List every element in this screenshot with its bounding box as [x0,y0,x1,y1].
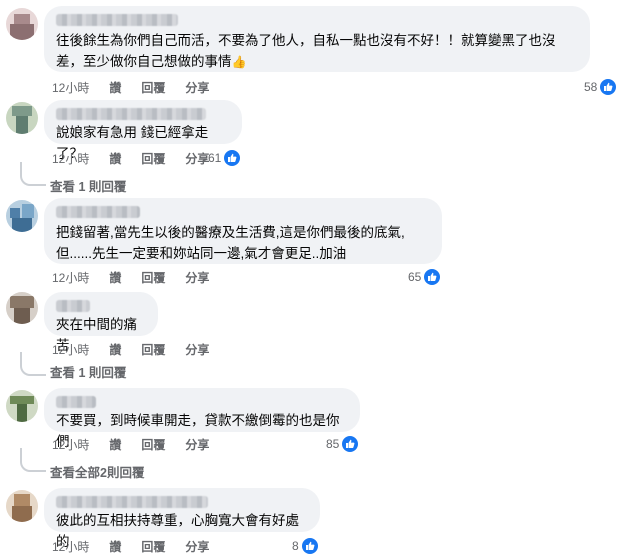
reaction-count[interactable]: 65 [408,268,441,286]
avatar[interactable] [6,8,38,40]
comment-actions: 12小時 讚 回覆 分享 [52,149,229,167]
like-button[interactable]: 讚 [109,79,121,96]
comment-actions: 12小時 讚 回覆 分享 [52,78,229,96]
comment-actions: 12小時 讚 回覆 分享 [52,268,229,286]
comment-bubble: 夾在中間的痛苦 [44,292,158,353]
blurred-author-name[interactable] [56,396,96,408]
reply-button[interactable]: 回覆 [141,436,165,453]
reply-button[interactable]: 回覆 [141,341,165,358]
like-button[interactable]: 讚 [109,538,121,555]
like-button[interactable]: 讚 [109,436,121,453]
comment-bubble: 往後餘生為你們自己而活，不要為了他人，自私一點也沒有不好！！就算變黑了也沒差，至… [44,6,590,72]
comment-text: 往後餘生為你們自己而活，不要為了他人，自私一點也沒有不好！！就算變黑了也沒差，至… [56,30,578,73]
like-count: 8 [292,539,299,553]
like-thumb-icon [600,79,617,95]
share-button[interactable]: 分享 [185,150,209,167]
blurred-author-name[interactable] [56,14,178,26]
comment-time[interactable]: 12小時 [52,150,89,167]
comment-time[interactable]: 12小時 [52,436,89,453]
share-button[interactable]: 分享 [185,436,209,453]
reaction-count[interactable]: 85 [326,435,359,453]
comment-thread: 往後餘生為你們自己而活，不要為了他人，自私一點也沒有不好！！就算變黑了也沒差，至… [0,0,627,556]
comment-bubble: 彼此的互相扶持尊重，心胸寬大會有好處的 [44,488,320,549]
share-button[interactable]: 分享 [185,538,209,555]
reply-button[interactable]: 回覆 [141,538,165,555]
like-thumb-icon [424,269,441,285]
reaction-count[interactable]: 8 [292,537,318,555]
comment-time[interactable]: 12小時 [52,538,89,555]
comment-actions: 12小時 讚 回覆 分享 [52,537,229,555]
like-count: 85 [326,437,340,451]
like-button[interactable]: 讚 [109,341,121,358]
like-thumb-icon [342,436,359,452]
share-button[interactable]: 分享 [185,341,209,358]
reply-button[interactable]: 回覆 [141,150,165,167]
like-thumb-icon [301,538,318,554]
comment-time[interactable]: 12小時 [52,341,89,358]
avatar[interactable] [6,200,38,232]
view-replies-link[interactable]: 查看全部2則回覆 [50,462,144,481]
blurred-author-name[interactable] [56,300,90,312]
comment-actions: 12小時 讚 回覆 分享 [52,435,229,453]
comment-actions: 12小時 讚 回覆 分享 [52,340,229,358]
like-thumb-icon [224,150,241,166]
comment-bubble: 不要買，到時候車開走，貸款不繳倒霉的也是你們 [44,388,360,449]
like-count: 61 [208,151,222,165]
reaction-count[interactable]: 61 [208,149,241,167]
comment-text: 把錢留著,當先生以後的醫療及生活費,這是你們最後的底氣,但......先生一定要… [56,225,405,261]
comment-text-body: 往後餘生為你們自己而活，不要為了他人，自私一點也沒有不好！！就算變黑了也沒差，至… [56,33,556,69]
like-button[interactable]: 讚 [109,269,121,286]
view-replies-link[interactable]: 查看 1 則回覆 [50,362,126,381]
like-count: 65 [408,270,422,284]
avatar[interactable] [6,490,38,522]
like-button[interactable]: 讚 [109,150,121,167]
reply-button[interactable]: 回覆 [141,269,165,286]
comment-bubble: 把錢留著,當先生以後的醫療及生活費,這是你們最後的底氣,但......先生一定要… [44,198,442,264]
blurred-author-name[interactable] [56,496,208,508]
thumbs-up-emoji-icon: 👍 [231,55,247,69]
comment-time[interactable]: 12小時 [52,269,89,286]
reply-button[interactable]: 回覆 [141,79,165,96]
blurred-author-name[interactable] [56,108,206,120]
avatar[interactable] [6,390,38,422]
share-button[interactable]: 分享 [185,269,209,286]
like-count: 58 [584,80,598,94]
view-replies-link[interactable]: 查看 1 則回覆 [50,176,126,195]
avatar[interactable] [6,102,38,134]
avatar[interactable] [6,292,38,324]
reaction-count[interactable]: 58 [584,78,617,96]
reply-thread-line [20,448,46,472]
reply-thread-line [20,352,46,376]
reply-thread-line [20,162,46,186]
share-button[interactable]: 分享 [185,79,209,96]
comment-time[interactable]: 12小時 [52,79,89,96]
comment-bubble: 說娘家有急用 錢已經拿走了？ [44,100,242,161]
blurred-author-name[interactable] [56,206,140,218]
